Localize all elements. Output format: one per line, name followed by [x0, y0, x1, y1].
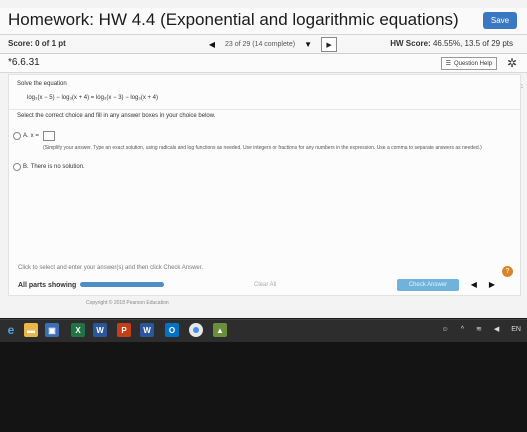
homework-score-value: 46.55%, 13.5 of 29 pts	[432, 39, 513, 48]
answer-hint: Click to select and enter your answer(s)…	[18, 265, 204, 271]
windows-taskbar: e ▬ ▣ X W P W O ▲ ☺ ^ ≋ ◀ EN	[0, 319, 527, 342]
screen-bezel	[0, 342, 527, 432]
check-answer-button[interactable]: Check Answer	[397, 279, 459, 291]
clear-all-button[interactable]: Clear All	[254, 282, 276, 288]
homework-header: Homework: HW 4.4 (Exponential and logari…	[0, 8, 527, 35]
next-question-icon[interactable]: ▶	[321, 37, 338, 52]
problem-equation: log₃(x − 5) − log₃(x + 4) = log₃(x − 3) …	[27, 95, 158, 101]
list-icon: ☰	[445, 61, 451, 67]
save-button[interactable]: Save	[483, 12, 517, 29]
choice-a-label: A.	[23, 133, 29, 139]
choice-a[interactable]: A. x =	[13, 131, 55, 141]
choice-b-text: There is no solution.	[30, 164, 85, 170]
homework-title: Homework: HW 4.4 (Exponential and logari…	[8, 10, 459, 29]
radio-choice-a[interactable]	[13, 132, 21, 140]
parts-progress-bar	[80, 282, 164, 287]
select-instruction: Select the correct choice and fill in an…	[17, 113, 216, 119]
problem-instruction: Solve the equation	[17, 81, 67, 87]
speaker-icon[interactable]: ◀	[494, 325, 499, 333]
browser-window: Homework: HW 4.4 (Exponential and logari…	[0, 0, 527, 318]
wifi-icon[interactable]: ≋	[476, 325, 482, 333]
choice-b-label: B.	[23, 164, 29, 170]
question-bar: *6.6.31 ☰ Question Help ✲	[0, 54, 527, 73]
previous-arrow-icon[interactable]: ◀	[471, 280, 477, 289]
footer-navigation: ◀ ▶	[471, 280, 495, 289]
powerpoint-icon[interactable]: P	[117, 323, 131, 337]
divider	[9, 109, 520, 110]
chrome-icon[interactable]	[189, 323, 203, 337]
question-navigator: ◀ 23 of 29 (14 complete) ▼ ▶	[205, 37, 338, 52]
previous-question-icon[interactable]: ◀	[205, 40, 219, 49]
system-tray: ☺ ^ ≋ ◀ EN	[442, 325, 521, 334]
store-icon[interactable]: ▣	[45, 323, 59, 337]
dropdown-icon[interactable]: ▼	[301, 40, 315, 49]
gear-icon[interactable]: ✲	[507, 56, 517, 70]
people-icon[interactable]: ☺	[442, 326, 449, 333]
choice-a-note: (Simplify your answer. Type an exact sol…	[43, 145, 482, 151]
question-selector[interactable]: 23 of 29 (14 complete)	[225, 41, 295, 48]
score-bar: Score: 0 of 1 pt ◀ 23 of 29 (14 complete…	[0, 35, 527, 54]
homework-score-label: HW Score:	[390, 39, 431, 48]
homework-score: HW Score: 46.55%, 13.5 of 29 pts	[390, 39, 513, 48]
language-indicator[interactable]: EN	[511, 326, 521, 333]
all-parts-label: All parts showing	[18, 282, 77, 289]
question-score: Score: 0 of 1 pt	[8, 39, 66, 48]
excel-icon[interactable]: X	[71, 323, 85, 337]
outlook-icon[interactable]: O	[165, 323, 179, 337]
help-circle-icon[interactable]: ?	[502, 266, 513, 277]
question-number: *6.6.31	[8, 57, 40, 68]
radio-choice-b[interactable]	[13, 163, 21, 171]
chevron-up-icon[interactable]: ^	[461, 326, 464, 333]
edge-icon[interactable]: e	[4, 323, 18, 337]
answer-input-box[interactable]	[42, 131, 55, 141]
chrome-center-icon	[193, 327, 199, 333]
file-explorer-icon[interactable]: ▬	[24, 323, 38, 337]
word-icon-2[interactable]: W	[140, 323, 154, 337]
answer-footer: Click to select and enter your answer(s)…	[8, 261, 519, 295]
question-help-button[interactable]: ☰ Question Help	[440, 57, 497, 70]
next-arrow-icon[interactable]: ▶	[489, 280, 495, 289]
copyright-text: Copyright © 2018 Pearson Education	[86, 300, 169, 306]
choice-b[interactable]: B. There is no solution.	[13, 163, 85, 171]
word-icon[interactable]: W	[93, 323, 107, 337]
choice-a-prefix: x =	[30, 133, 39, 139]
photos-icon[interactable]: ▲	[213, 323, 227, 337]
parts-progress-fill	[80, 282, 164, 287]
question-help-label: Question Help	[453, 60, 492, 67]
